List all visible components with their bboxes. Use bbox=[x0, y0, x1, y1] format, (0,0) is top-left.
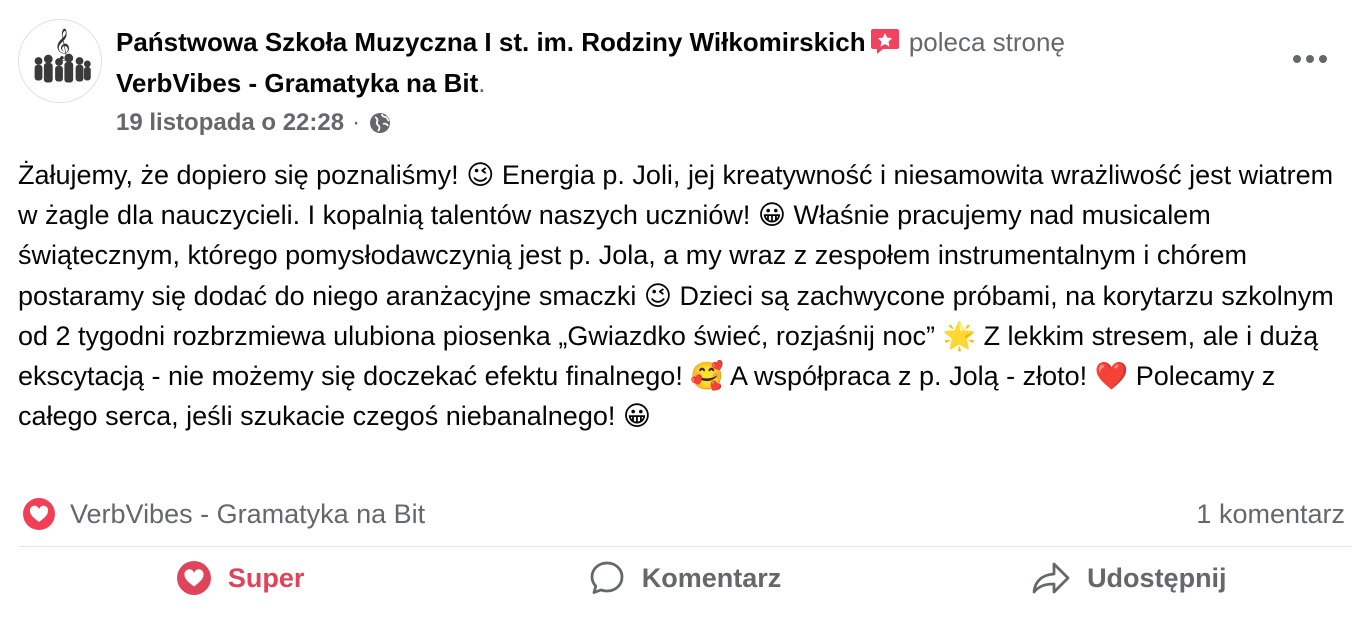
super-button[interactable]: Super bbox=[18, 552, 462, 604]
reaction-summary[interactable]: VerbVibes - Gramatyka na Bit bbox=[22, 494, 425, 534]
recommend-action-text: poleca stronę bbox=[901, 27, 1065, 57]
post-meta: 19 listopada o 22:28 · bbox=[116, 106, 392, 140]
reaction-label[interactable]: VerbVibes - Gramatyka na Bit bbox=[70, 499, 425, 530]
share-arrow-icon bbox=[1032, 562, 1070, 594]
recommended-page-link[interactable]: VerbVibes - Gramatyka na Bit bbox=[116, 68, 478, 98]
comment-bubble-icon bbox=[590, 561, 624, 594]
post-body-text: Żałujemy, że dopiero się poznaliśmy! 😉 E… bbox=[18, 160, 1342, 432]
meta-separator: · bbox=[352, 109, 361, 136]
post-body: Żałujemy, że dopiero się poznaliśmy! 😉 E… bbox=[18, 155, 1338, 436]
recommend-star-icon bbox=[870, 29, 899, 54]
share-button[interactable]: Udostępnij bbox=[907, 552, 1351, 604]
post-header: Państwowa Szkoła Muzyczna I st. im. Rodz… bbox=[116, 22, 1266, 104]
school-logo-icon: 𝄞 bbox=[19, 20, 101, 102]
globe-icon[interactable] bbox=[368, 111, 392, 135]
avatar[interactable]: 𝄞 bbox=[18, 19, 102, 103]
header-period: . bbox=[478, 68, 486, 98]
author-name[interactable]: Państwowa Szkoła Muzyczna I st. im. Rodz… bbox=[116, 27, 866, 57]
comment-label: Komentarz bbox=[641, 562, 782, 593]
heart-reaction-icon bbox=[176, 561, 211, 595]
comment-button[interactable]: Komentarz bbox=[462, 552, 906, 604]
super-label: Super bbox=[227, 562, 305, 593]
post-timestamp[interactable]: 19 listopada o 22:28 bbox=[116, 106, 344, 140]
action-bar: Super Komentarz Udostępnij bbox=[18, 552, 1351, 604]
more-dots-icon[interactable] bbox=[1290, 44, 1330, 74]
share-label: Udostępnij bbox=[1087, 562, 1227, 593]
comments-count[interactable]: 1 komentarz bbox=[1196, 494, 1345, 534]
divider bbox=[18, 546, 1351, 547]
heart-reaction-icon bbox=[23, 498, 55, 530]
